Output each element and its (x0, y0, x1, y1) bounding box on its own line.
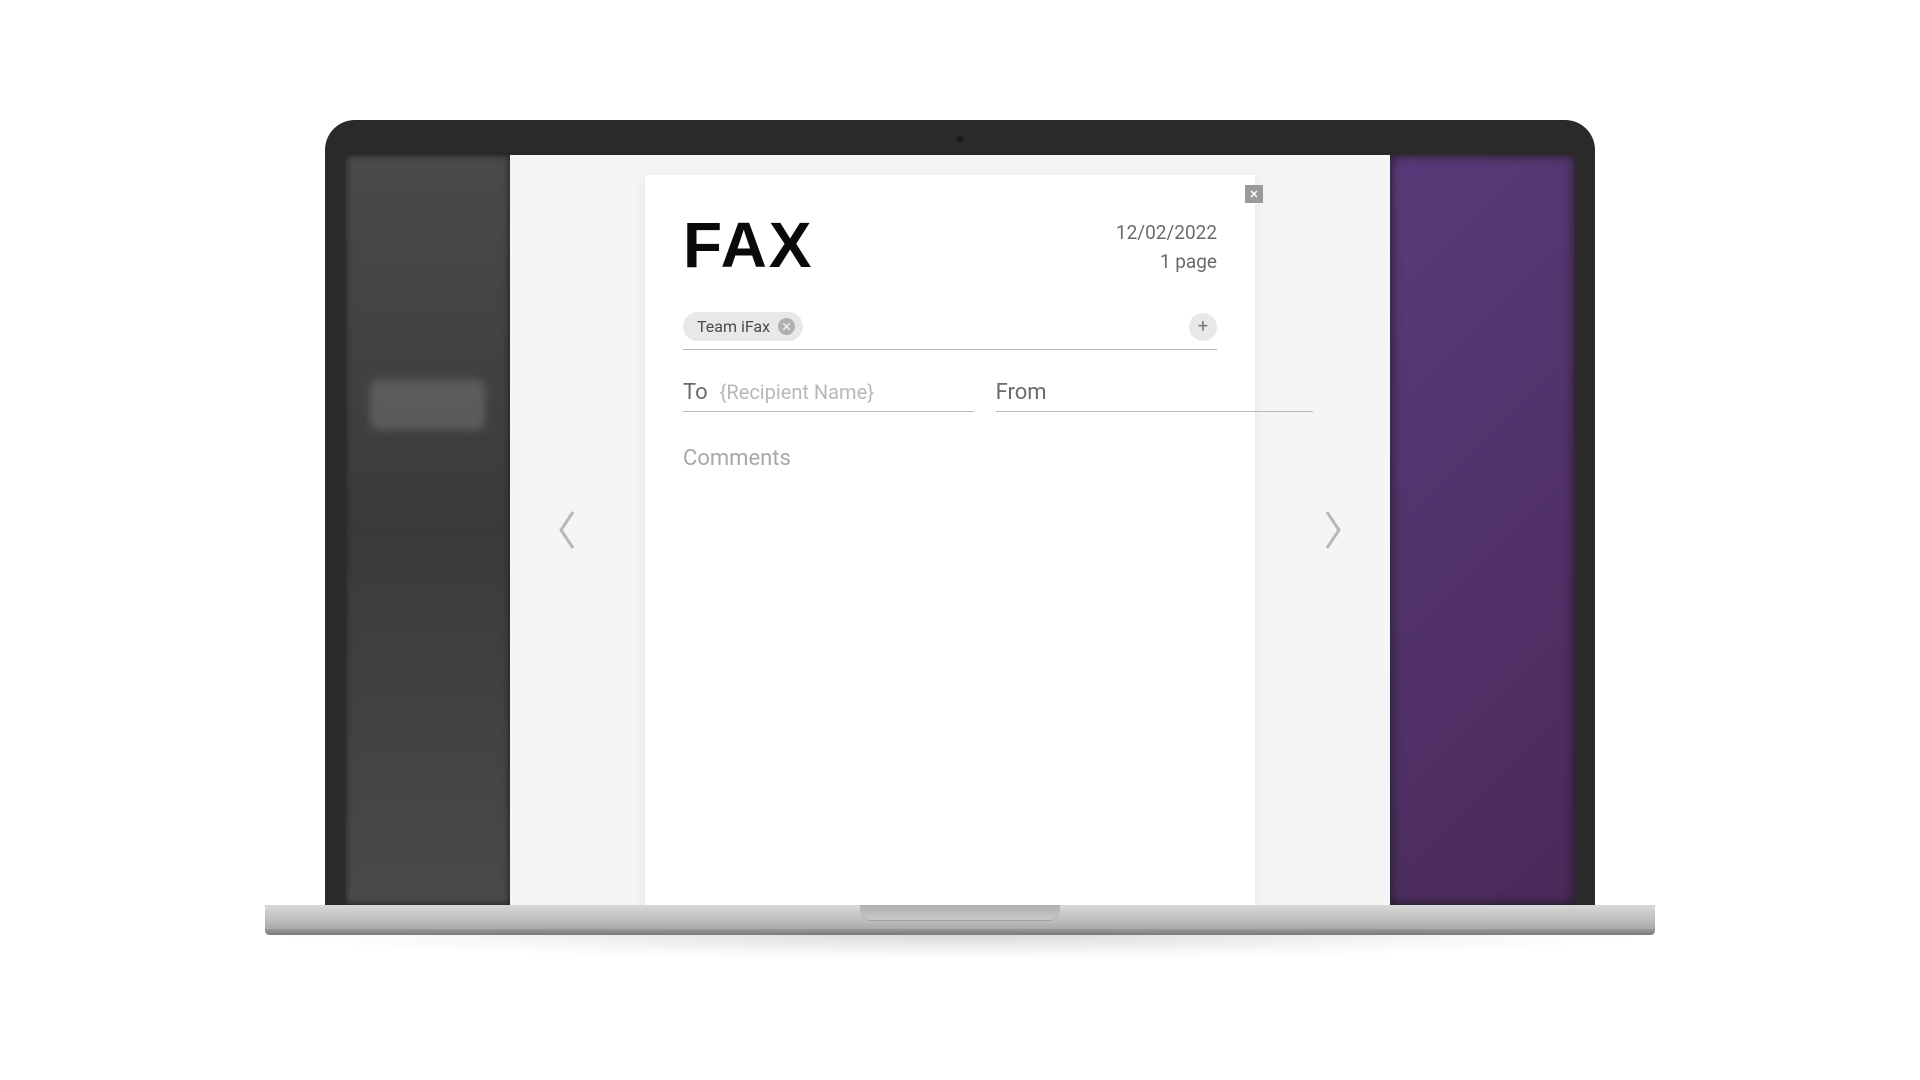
fax-title: FAX (683, 213, 813, 277)
laptop-mockup: ✕ FAX 12/02/2022 1 page Team iFax (325, 120, 1595, 960)
laptop-camera (957, 136, 963, 142)
to-field: To (683, 380, 974, 412)
next-page-button[interactable] (1321, 508, 1345, 552)
recipient-chip-label: Team iFax (697, 317, 770, 336)
laptop-shadow (265, 935, 1655, 960)
recipients-row: Team iFax ✕ + (683, 312, 1217, 350)
fax-date: 12/02/2022 (1116, 219, 1217, 248)
to-input[interactable] (720, 380, 974, 404)
comments-label: Comments (683, 446, 1217, 471)
laptop-trackpad-notch (860, 905, 1060, 921)
fax-compose-modal: ✕ FAX 12/02/2022 1 page Team iFax (510, 155, 1390, 905)
fax-meta: 12/02/2022 1 page (1116, 213, 1217, 276)
plus-icon: + (1198, 316, 1208, 337)
from-label: From (996, 380, 1047, 405)
app-sidebar-blurred (345, 155, 510, 905)
remove-recipient-button[interactable]: ✕ (778, 318, 795, 335)
fax-header: FAX 12/02/2022 1 page (683, 213, 1217, 277)
laptop-base (265, 905, 1655, 935)
fax-cover-page: ✕ FAX 12/02/2022 1 page Team iFax (645, 175, 1255, 905)
laptop-screen: ✕ FAX 12/02/2022 1 page Team iFax (345, 155, 1575, 905)
previous-page-button[interactable] (555, 508, 579, 552)
to-label: To (683, 380, 708, 405)
close-button[interactable]: ✕ (1245, 185, 1263, 203)
close-icon: ✕ (782, 320, 792, 334)
fax-page-count: 1 page (1116, 248, 1217, 277)
close-icon: ✕ (1249, 188, 1258, 201)
app-right-panel-blurred (1390, 155, 1575, 905)
from-input[interactable] (1059, 380, 1313, 404)
to-from-row: To From (683, 380, 1217, 412)
laptop-screen-frame: ✕ FAX 12/02/2022 1 page Team iFax (325, 120, 1595, 905)
from-field: From (996, 380, 1313, 412)
add-recipient-button[interactable]: + (1189, 313, 1217, 341)
chevron-left-icon (555, 508, 579, 552)
recipient-chip[interactable]: Team iFax ✕ (683, 312, 803, 341)
chevron-right-icon (1321, 508, 1345, 552)
